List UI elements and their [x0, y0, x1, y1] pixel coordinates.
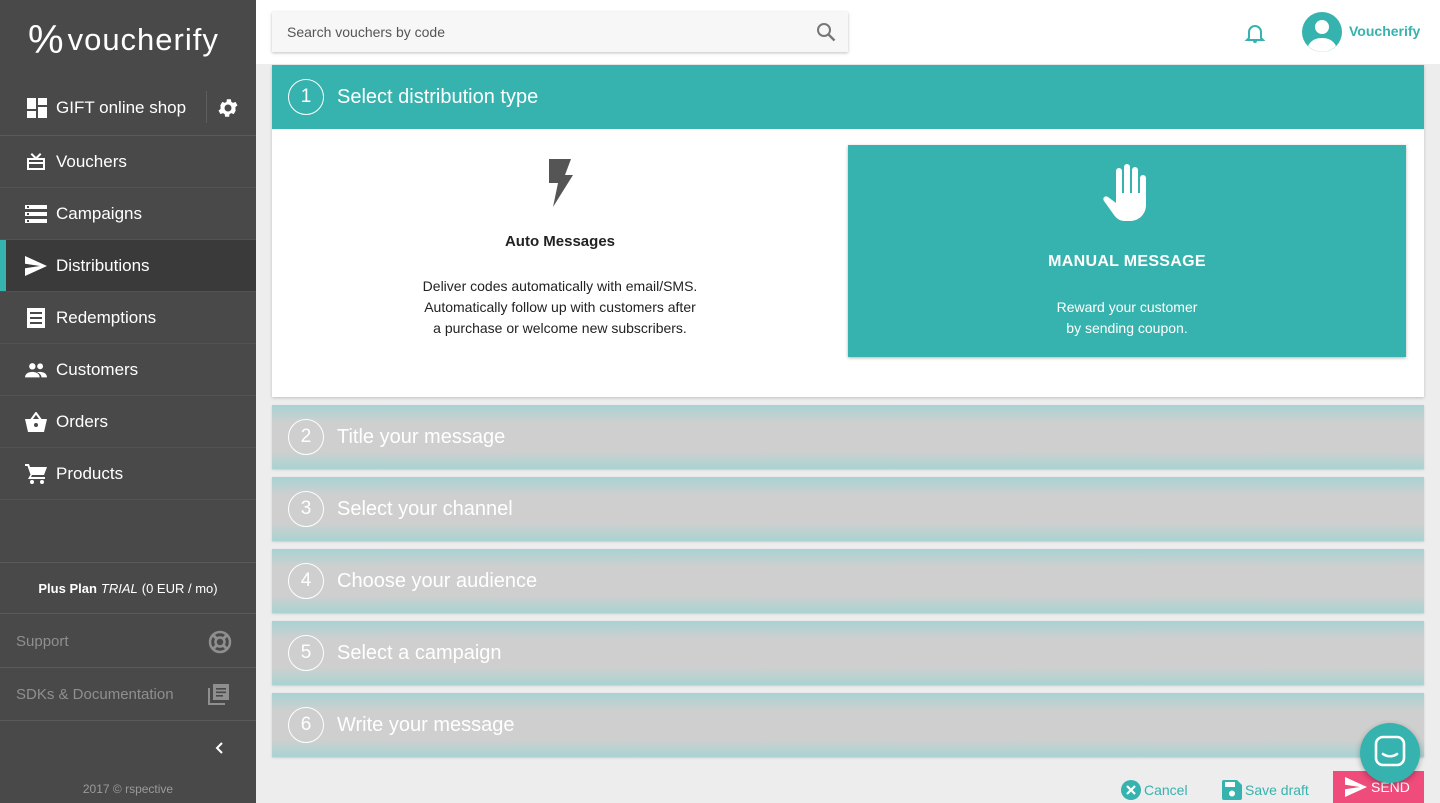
step-choose-your-audience[interactable]: 4 Choose your audience: [272, 549, 1424, 613]
plan-status: TRIAL: [100, 580, 138, 596]
receipt-icon: [25, 307, 47, 329]
sidebar-item-products[interactable]: Products: [0, 448, 256, 500]
plan-info: Plus Plan TRIAL (0 EUR / mo): [0, 562, 256, 614]
save-draft-button[interactable]: Save draft: [1222, 778, 1309, 802]
save-draft-label: Save draft: [1245, 782, 1309, 798]
cart-icon: [25, 463, 47, 485]
step-title: Choose your audience: [337, 569, 538, 592]
description-line: a purchase or welcome new subscribers.: [433, 320, 687, 336]
username[interactable]: Voucherify: [1349, 23, 1420, 39]
search-icon[interactable]: [816, 22, 836, 42]
people-icon: [25, 359, 47, 381]
step-title: Select distribution type: [337, 85, 539, 108]
cancel-icon: [1121, 780, 1141, 800]
search-input[interactable]: [272, 12, 792, 52]
campaigns-icon: [25, 203, 47, 225]
step-title: Title your message: [337, 425, 506, 448]
option-description: Deliver codes automatically with email/S…: [272, 276, 848, 339]
chat-launcher[interactable]: [1360, 723, 1420, 783]
step-number: 6: [288, 707, 324, 743]
step-select-distribution-type: 1 Select distribution type Auto Messages…: [272, 65, 1424, 397]
shop-label: GIFT online shop: [56, 97, 187, 117]
voucher-icon: [25, 151, 47, 173]
divider: [206, 91, 207, 123]
sidebar-item-orders[interactable]: Orders: [0, 396, 256, 448]
sidebar-item-campaigns[interactable]: Campaigns: [0, 188, 256, 240]
sidebar-item-label: Distributions: [56, 255, 150, 275]
step-number: 2: [288, 419, 324, 455]
sidebar-item-redemptions[interactable]: Redemptions: [0, 292, 256, 344]
copyright: 2017 © rspective: [82, 782, 174, 796]
logo-text: voucherify: [67, 22, 219, 57]
dashboard-icon: [26, 97, 48, 119]
hand-icon: [1099, 163, 1155, 223]
sidebar-item-distributions[interactable]: Distributions: [0, 240, 256, 292]
logo[interactable]: % voucherify: [0, 0, 256, 80]
sidebar-item-label: Redemptions: [56, 307, 157, 327]
step-title: Select a campaign: [337, 641, 502, 664]
sidebar-item-customers[interactable]: Customers: [0, 344, 256, 396]
description-line: Automatically follow up with customers a…: [424, 299, 696, 315]
step-write-your-message[interactable]: 6 Write your message: [272, 693, 1424, 757]
description-line: Reward your customer: [1056, 299, 1198, 315]
sidebar-nav: Vouchers Campaigns Distributions Redempt…: [0, 136, 256, 500]
logo-mark: %: [28, 18, 64, 62]
manual-message-option[interactable]: MANUAL MESSAGE Reward your customer by s…: [848, 145, 1406, 357]
step-title: Write your message: [337, 713, 515, 736]
step-number: 5: [288, 635, 324, 671]
lifebuoy-icon: [208, 630, 232, 654]
sidebar: % voucherify GIFT online shop Vouchers C…: [0, 0, 256, 803]
support-label: Support: [16, 632, 69, 650]
chat-icon: [1374, 735, 1406, 772]
step-select-a-campaign[interactable]: 5 Select a campaign: [272, 621, 1424, 685]
docs-link[interactable]: SDKs & Documentation: [0, 668, 256, 721]
step-number: 1: [288, 79, 324, 115]
chevron-left-icon[interactable]: [212, 740, 228, 756]
support-link[interactable]: Support: [0, 615, 256, 668]
cancel-button[interactable]: Cancel: [1121, 778, 1188, 802]
flash-icon: [543, 159, 577, 207]
send-icon: [1345, 777, 1367, 797]
sidebar-item-label: Customers: [56, 359, 139, 379]
top-bar: Voucherify: [256, 0, 1440, 64]
step-title: Select your channel: [337, 497, 513, 520]
step-title-your-message[interactable]: 2 Title your message: [272, 405, 1424, 469]
sidebar-item-vouchers[interactable]: Vouchers: [0, 136, 256, 188]
gear-icon[interactable]: [216, 96, 240, 120]
step-header[interactable]: 1 Select distribution type: [272, 65, 1424, 129]
docs-label: SDKs & Documentation: [16, 685, 174, 703]
plan-price: (0 EUR / mo): [141, 580, 218, 596]
step-number: 4: [288, 563, 324, 599]
sidebar-item-label: Vouchers: [56, 151, 127, 171]
library-icon: [208, 683, 232, 707]
sidebar-item-label: Campaigns: [56, 203, 142, 223]
basket-icon: [25, 411, 47, 433]
option-title: Auto Messages: [504, 233, 616, 250]
step-number: 3: [288, 491, 324, 527]
save-icon: [1222, 780, 1242, 800]
send-icon: [25, 255, 47, 277]
plan-name: Plus Plan: [38, 580, 97, 596]
description-line: Deliver codes automatically with email/S…: [422, 278, 698, 294]
bell-icon[interactable]: [1244, 22, 1266, 44]
sidebar-item-label: Products: [56, 463, 124, 483]
option-description: Reward your customer by sending coupon.: [848, 297, 1406, 339]
auto-messages-option[interactable]: Auto Messages Deliver codes automaticall…: [272, 145, 848, 357]
sidebar-item-label: Orders: [56, 411, 108, 431]
option-title: MANUAL MESSAGE: [1048, 253, 1206, 270]
search-box: [272, 12, 848, 52]
description-line: by sending coupon.: [1066, 320, 1188, 336]
cancel-label: Cancel: [1144, 782, 1188, 798]
avatar[interactable]: [1302, 12, 1342, 52]
shop-selector[interactable]: GIFT online shop: [0, 80, 256, 136]
step-select-your-channel[interactable]: 3 Select your channel: [272, 477, 1424, 541]
